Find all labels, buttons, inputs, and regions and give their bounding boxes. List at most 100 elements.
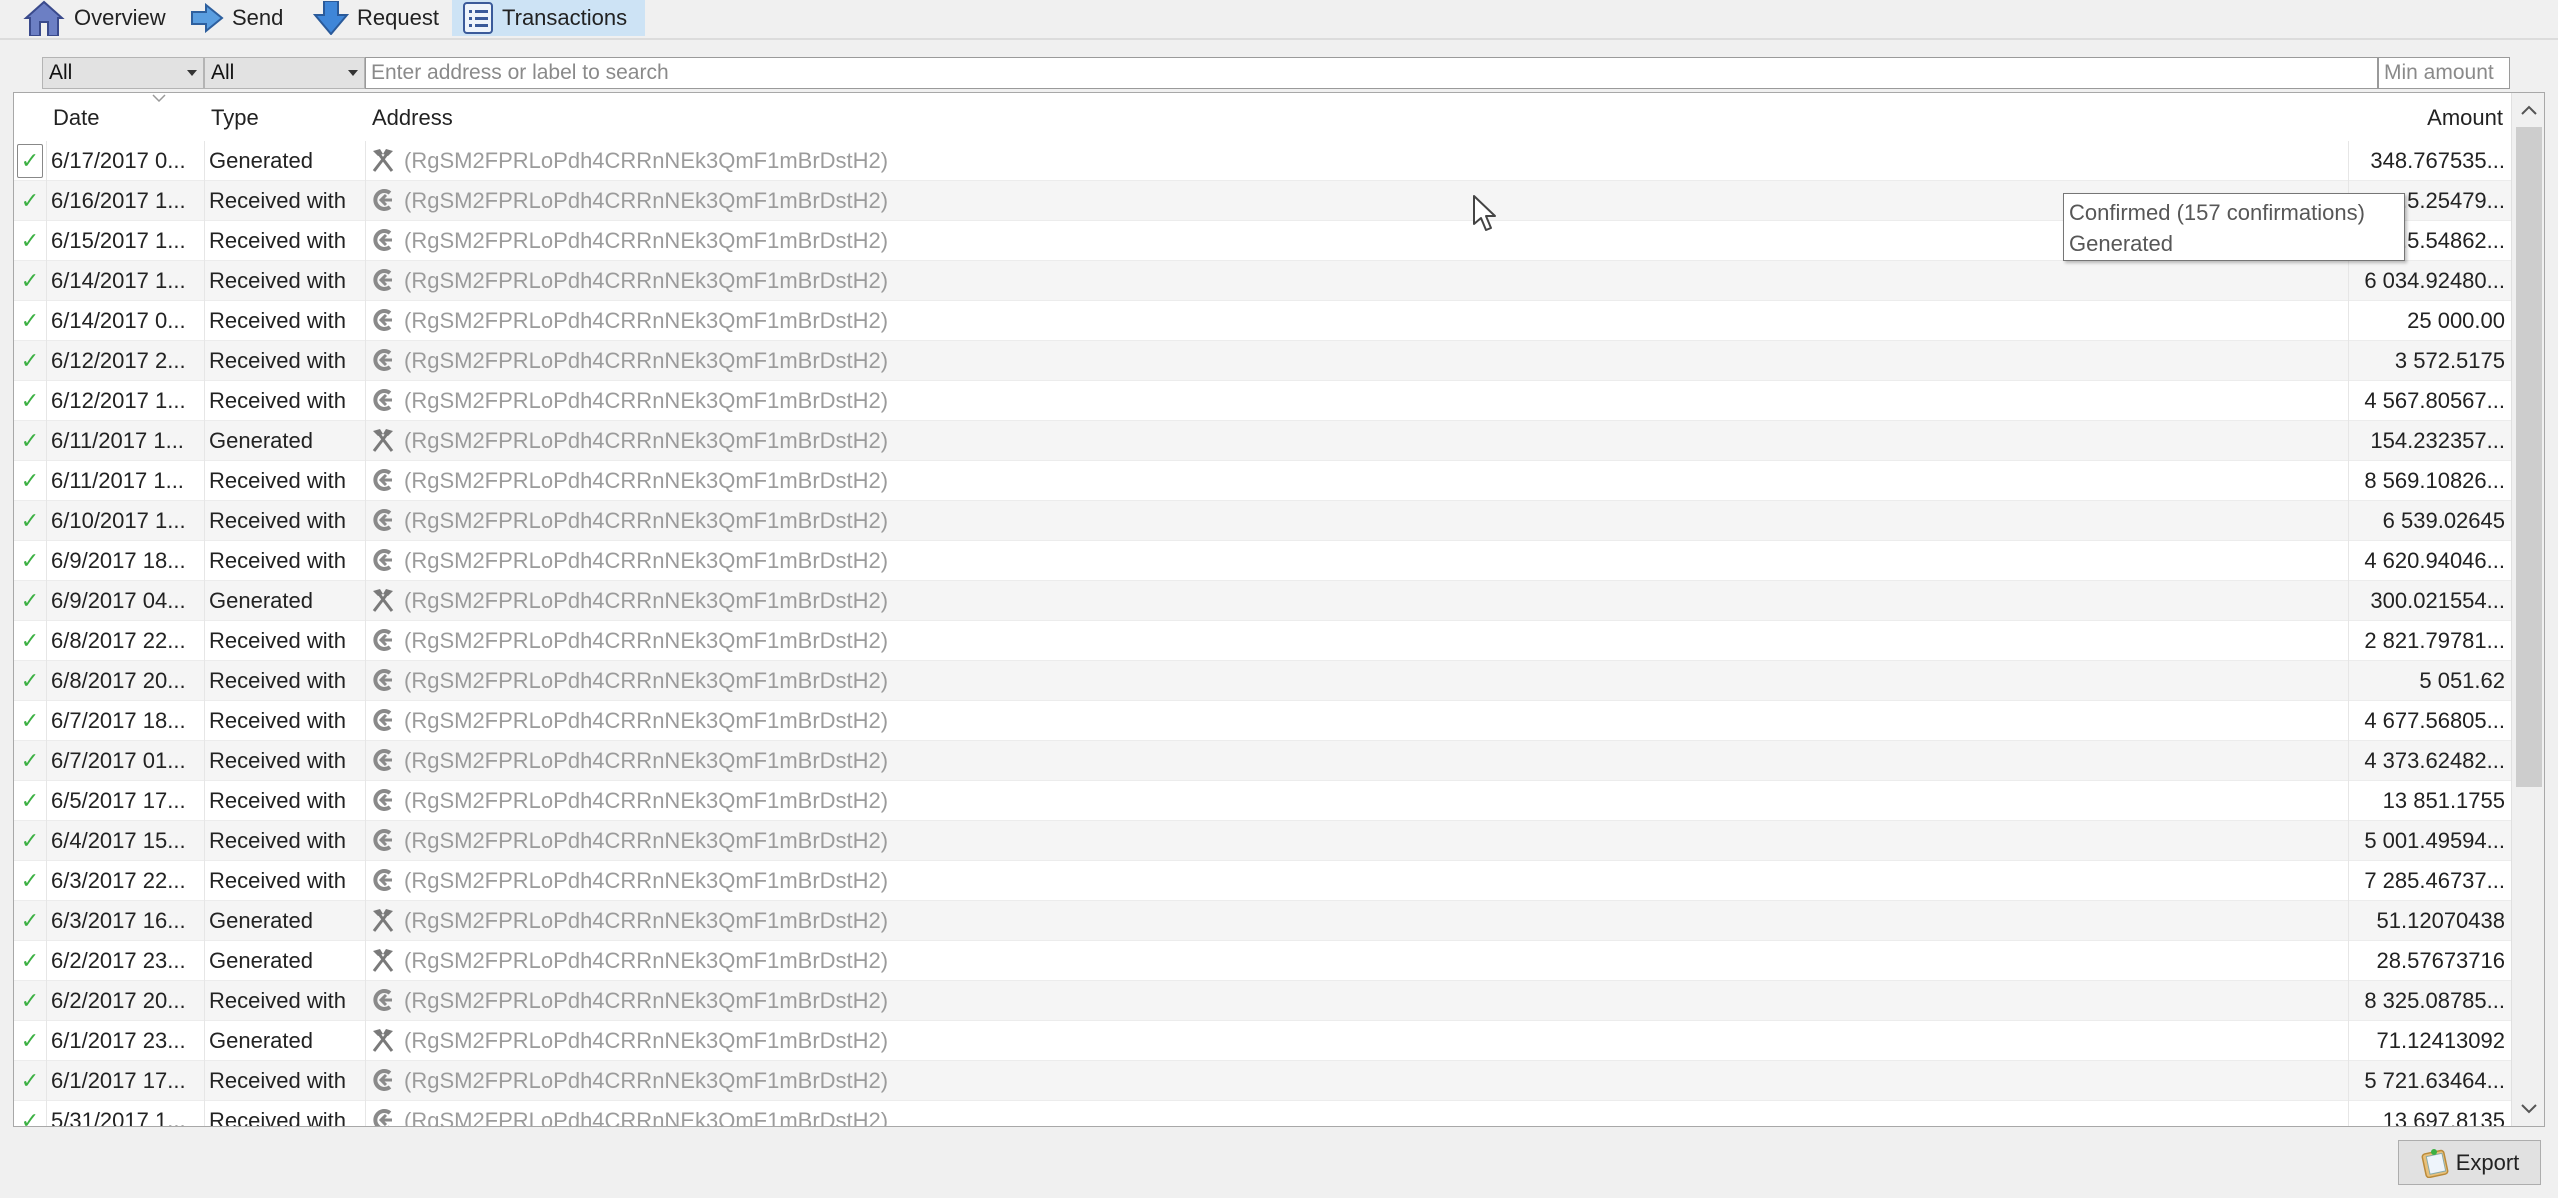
status-cell: ✓ bbox=[14, 541, 47, 581]
table-row[interactable]: ✓ 6/14/2017 0... Received with (RgSM2FPRLoP… bbox=[14, 301, 2511, 341]
date-filter-select[interactable]: All bbox=[42, 57, 204, 89]
status-cell: ✓ bbox=[14, 421, 47, 461]
column-header-address[interactable]: Address bbox=[366, 93, 2349, 141]
table-row[interactable]: ✓ 6/12/2017 2... Received with (RgSM2FPRLoP… bbox=[14, 341, 2511, 381]
scrollbar-thumb[interactable] bbox=[2516, 127, 2542, 787]
address-text: (RgSM2FPRLoPdh4CRRnNEk3QmF1mBrDstH2) bbox=[404, 1108, 889, 1127]
chevron-up-icon bbox=[2521, 105, 2537, 115]
confirmed-check-icon: ✓ bbox=[20, 1068, 40, 1093]
column-header-type[interactable]: Type bbox=[205, 93, 366, 141]
table-row[interactable]: ✓ 6/3/2017 16... Generated (RgSM2FPRLoPdh4C… bbox=[14, 901, 2511, 941]
amount-cell: 5 001.49594... bbox=[2364, 828, 2505, 853]
status-cell: ✓ bbox=[14, 301, 47, 341]
vertical-scrollbar[interactable] bbox=[2511, 93, 2544, 1126]
status-cell: ✓ bbox=[14, 861, 47, 901]
table-row[interactable]: ✓ 5/31/2017 1... Received with (RgSM2FPRLoP… bbox=[14, 1101, 2511, 1127]
date-cell: 6/7/2017 18... bbox=[47, 701, 205, 741]
receive-icon bbox=[373, 1109, 392, 1126]
table-row[interactable]: ✓ 6/1/2017 17... Received with (RgSM2FPRLoP… bbox=[14, 1061, 2511, 1101]
amount-cell: 8 325.08785... bbox=[2364, 988, 2505, 1013]
tooltip-type-text: Generated bbox=[2069, 231, 2173, 256]
table-row[interactable]: ✓ 6/1/2017 23... Generated (RgSM2FPRLoPdh4C… bbox=[14, 1021, 2511, 1061]
type-cell: Generated bbox=[205, 141, 366, 181]
table-row[interactable]: ✓ 6/14/2017 1... Received with (RgSM2FPRLoP… bbox=[14, 261, 2511, 301]
table-row[interactable]: ✓ 6/3/2017 22... Received with (RgSM2FPRLoP… bbox=[14, 861, 2511, 901]
table-row[interactable]: ✓ 6/5/2017 17... Received with (RgSM2FPRLoP… bbox=[14, 781, 2511, 821]
toolbar-transactions-button[interactable]: Transactions bbox=[452, 0, 645, 36]
scroll-up-button[interactable] bbox=[2512, 93, 2544, 127]
receive-icon bbox=[373, 629, 392, 652]
mining-icon bbox=[372, 909, 394, 933]
amount-cell: 6 539.02645 bbox=[2382, 508, 2505, 533]
table-row[interactable]: ✓ 6/7/2017 18... Received with (RgSM2FPRLoP… bbox=[14, 701, 2511, 741]
type-cell: Received with bbox=[205, 781, 366, 821]
address-cell: (RgSM2FPRLoPdh4CRRnNEk3QmF1mBrDstH2) bbox=[366, 141, 2349, 181]
table-row[interactable]: ✓ 6/17/2017 0... Generated (RgSM2FPRLoPdh4C… bbox=[14, 141, 2511, 181]
receive-arrow-icon bbox=[313, 1, 349, 35]
amount-cell: 71.12413092 bbox=[2376, 1028, 2505, 1053]
receive-icon bbox=[373, 389, 392, 412]
type-cell: Received with bbox=[205, 1061, 366, 1101]
min-amount-input[interactable] bbox=[2378, 57, 2510, 89]
type-cell: Received with bbox=[205, 741, 366, 781]
date-cell: 6/14/2017 1... bbox=[47, 261, 205, 301]
status-cell: ✓ bbox=[14, 1101, 47, 1126]
amount-cell: 6 034.92480... bbox=[2364, 268, 2505, 293]
receive-icon bbox=[373, 669, 392, 692]
date-cell: 6/4/2017 15... bbox=[47, 821, 205, 861]
status-cell: ✓ bbox=[14, 901, 47, 941]
table-row[interactable]: ✓ 6/2/2017 20... Received with (RgSM2FPRLoP… bbox=[14, 981, 2511, 1021]
table-row[interactable]: ✓ 6/9/2017 04... Generated (RgSM2FPRLoPdh4C… bbox=[14, 581, 2511, 621]
confirmed-check-icon: ✓ bbox=[20, 788, 40, 813]
address-search-input[interactable] bbox=[365, 57, 2378, 89]
column-header-amount[interactable]: Amount bbox=[2349, 93, 2511, 141]
date-cell: 6/3/2017 16... bbox=[47, 901, 205, 941]
address-cell: (RgSM2FPRLoPdh4CRRnNEk3QmF1mBrDstH2) bbox=[366, 1061, 2349, 1101]
filter-row: All All bbox=[42, 57, 2510, 90]
table-row[interactable]: ✓ 6/4/2017 15... Received with (RgSM2FPRLoP… bbox=[14, 821, 2511, 861]
date-cell: 6/16/2017 1... bbox=[47, 181, 205, 221]
receive-icon bbox=[373, 1069, 392, 1092]
toolbar-request-button[interactable]: Request bbox=[313, 0, 439, 36]
date-cell: 6/12/2017 2... bbox=[47, 341, 205, 381]
table-row[interactable]: ✓ 6/2/2017 23... Generated (RgSM2FPRLoPdh4C… bbox=[14, 941, 2511, 981]
mining-icon bbox=[372, 589, 394, 613]
amount-cell: 3 572.5175 bbox=[2394, 348, 2505, 373]
type-filter-select[interactable]: All bbox=[204, 57, 365, 89]
table-row[interactable]: ✓ 6/12/2017 1... Received with (RgSM2FPRLoP… bbox=[14, 381, 2511, 421]
confirmed-check-icon: ✓ bbox=[20, 628, 40, 653]
column-header-status[interactable] bbox=[14, 93, 47, 141]
date-filter-value: All bbox=[49, 61, 73, 84]
column-header-date[interactable]: Date bbox=[47, 93, 205, 141]
table-row[interactable]: ✓ 6/7/2017 01... Received with (RgSM2FPRLoP… bbox=[14, 741, 2511, 781]
address-text: (RgSM2FPRLoPdh4CRRnNEk3QmF1mBrDstH2) bbox=[404, 308, 889, 333]
toolbar-overview-button[interactable]: Overview bbox=[22, 0, 166, 36]
receive-icon bbox=[373, 789, 392, 812]
toolbar-send-button[interactable]: Send bbox=[190, 0, 283, 36]
table-row[interactable]: ✓ 6/11/2017 1... Received with (RgSM2FPRLoP… bbox=[14, 461, 2511, 501]
scroll-down-button[interactable] bbox=[2512, 1092, 2544, 1126]
table-row[interactable]: ✓ 6/9/2017 18... Received with (RgSM2FPRLoP… bbox=[14, 541, 2511, 581]
table-row[interactable]: ✓ 6/10/2017 1... Received with (RgSM2FPRLoP… bbox=[14, 501, 2511, 541]
address-cell: (RgSM2FPRLoPdh4CRRnNEk3QmF1mBrDstH2) bbox=[366, 341, 2349, 381]
table-row[interactable]: ✓ 6/8/2017 22... Received with (RgSM2FPRLoP… bbox=[14, 621, 2511, 661]
table-row[interactable]: ✓ 6/11/2017 1... Generated (RgSM2FPRLoPdh4C… bbox=[14, 421, 2511, 461]
type-cell: Generated bbox=[205, 941, 366, 981]
clipboard-icon bbox=[2421, 1148, 2449, 1178]
address-cell: (RgSM2FPRLoPdh4CRRnNEk3QmF1mBrDstH2) bbox=[366, 301, 2349, 341]
type-cell: Received with bbox=[205, 661, 366, 701]
receive-icon bbox=[373, 829, 392, 852]
export-button[interactable]: Export bbox=[2398, 1140, 2541, 1185]
chevron-down-icon bbox=[187, 70, 197, 76]
address-cell: (RgSM2FPRLoPdh4CRRnNEk3QmF1mBrDstH2) bbox=[366, 261, 2349, 301]
address-cell: (RgSM2FPRLoPdh4CRRnNEk3QmF1mBrDstH2) bbox=[366, 701, 2349, 741]
confirmed-check-icon: ✓ bbox=[20, 228, 40, 253]
address-cell: (RgSM2FPRLoPdh4CRRnNEk3QmF1mBrDstH2) bbox=[366, 581, 2349, 621]
amount-cell: 7 285.46737... bbox=[2364, 868, 2505, 893]
table-row[interactable]: ✓ 6/8/2017 20... Received with (RgSM2FPRLoP… bbox=[14, 661, 2511, 701]
date-cell: 6/2/2017 23... bbox=[47, 941, 205, 981]
address-cell: (RgSM2FPRLoPdh4CRRnNEk3QmF1mBrDstH2) bbox=[366, 461, 2349, 501]
address-text: (RgSM2FPRLoPdh4CRRnNEk3QmF1mBrDstH2) bbox=[404, 468, 889, 493]
type-cell: Received with bbox=[205, 221, 366, 261]
amount-cell: 13 851.1755 bbox=[2382, 788, 2505, 813]
